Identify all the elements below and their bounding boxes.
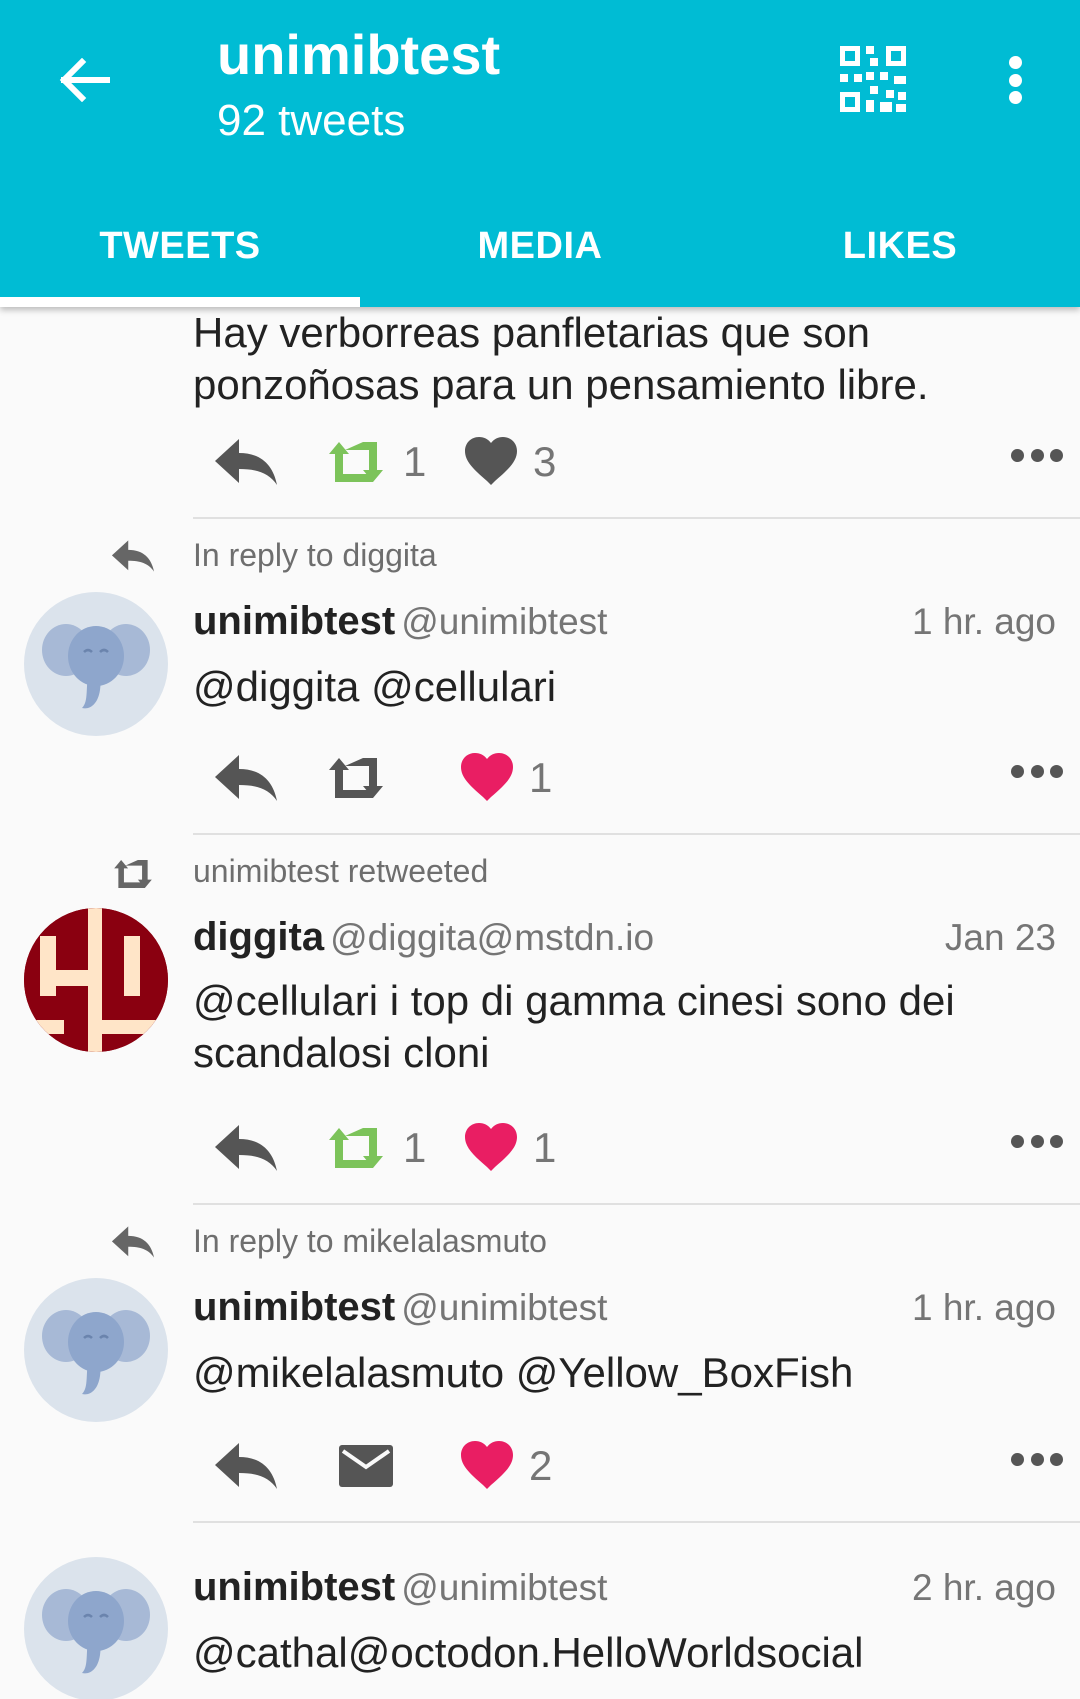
qr-code-button[interactable] [840, 46, 910, 116]
reply-context-text: In reply to diggita [193, 537, 437, 573]
reply-icon [215, 1443, 277, 1489]
reply-button[interactable] [213, 427, 279, 497]
tweet-body: @mikelalasmuto @Yellow_BoxFish [193, 1349, 854, 1396]
heart-icon [461, 753, 513, 801]
reply-button[interactable] [213, 1113, 279, 1183]
direct-message-button[interactable] [339, 1431, 393, 1501]
author-name: diggita [193, 915, 325, 959]
heart-icon [461, 1441, 513, 1489]
tab-media[interactable]: MEDIA [360, 200, 720, 307]
reply-icon [215, 439, 277, 485]
like-count: 1 [529, 754, 553, 801]
heart-icon [465, 1123, 517, 1171]
retweet-button[interactable]: 1 [323, 1113, 426, 1183]
tab-label: LIKES [842, 225, 958, 267]
tweet-actions: 1 3 [193, 427, 1063, 497]
like-count: 1 [533, 1124, 557, 1171]
author-name: unimibtest [193, 599, 396, 643]
reply-button[interactable] [213, 743, 279, 813]
elephant-avatar-icon [42, 1310, 150, 1395]
diggita-logo-icon [24, 908, 168, 1052]
tweet-actions: 2 [193, 1431, 1063, 1501]
reply-icon [215, 755, 277, 801]
tweet-menu-button[interactable] [1011, 1453, 1063, 1467]
more-horizontal-icon [1011, 449, 1024, 462]
tweet-time: 1 hr. ago [911, 601, 1056, 642]
profile-tabs: TWEETS MEDIA LIKES [0, 200, 1080, 307]
tweet-body: Hay verborreas panfletarias que son ponz… [193, 309, 929, 408]
like-button[interactable]: 2 [459, 1431, 552, 1501]
like-button[interactable]: 1 [459, 743, 552, 813]
like-count: 3 [533, 438, 557, 485]
heart-icon [465, 437, 517, 485]
reply-context-icon [111, 540, 155, 572]
back-button[interactable] [52, 48, 116, 112]
retweet-button[interactable] [323, 743, 389, 813]
arrow-left-icon [59, 58, 110, 102]
tweet-author[interactable]: unimibtest @unimibtest [193, 1565, 607, 1610]
tweet-author[interactable]: unimibtest @unimibtest [193, 1285, 607, 1330]
tweet-item[interactable]: unimibtest retweeted diggita @diggita@mst… [0, 835, 1080, 1205]
tweet-item[interactable]: unimibtest @unimibtest 2 hr. ago @cathal@… [0, 1523, 1080, 1699]
envelope-icon [339, 1445, 393, 1487]
reply-context-text: In reply to mikelalasmuto [193, 1223, 547, 1259]
more-horizontal-icon [1011, 765, 1024, 778]
tweet-author[interactable]: diggita @diggita@mstdn.io [193, 915, 654, 960]
author-name: unimibtest [193, 1565, 396, 1609]
avatar[interactable] [24, 592, 168, 736]
tab-likes[interactable]: LIKES [720, 200, 1080, 307]
tweet-time: 2 hr. ago [911, 1567, 1056, 1608]
retweet-icon [329, 442, 383, 482]
tweet-item[interactable]: Hay verborreas panfletarias que son ponz… [0, 307, 1080, 519]
reply-button[interactable] [213, 1431, 279, 1501]
like-button[interactable]: 3 [463, 427, 556, 497]
author-handle: @unimibtest [401, 1287, 608, 1328]
author-handle: @unimibtest [401, 1567, 608, 1608]
tab-label: MEDIA [477, 225, 603, 267]
tweet-actions: 1 1 [193, 1113, 1063, 1183]
app-bar: unimibtest 92 tweets TWEETS MEDIA LIKES [0, 0, 1080, 307]
tweet-body: @diggita @cellulari [193, 663, 557, 710]
tweet-menu-button[interactable] [1011, 765, 1063, 779]
retweet-count: 1 [403, 1124, 427, 1171]
author-handle: @diggita@mstdn.io [330, 917, 655, 958]
elephant-avatar-icon [42, 1589, 150, 1674]
tweet-body: @cellulari i top di gamma cinesi sono de… [193, 977, 955, 1076]
qr-code-icon [840, 46, 906, 112]
profile-title: unimibtest [217, 23, 501, 86]
more-vertical-icon [1008, 56, 1022, 69]
author-handle: @unimibtest [401, 601, 608, 642]
tab-tweets[interactable]: TWEETS [0, 200, 360, 307]
tweet-menu-button[interactable] [1011, 449, 1063, 463]
like-count: 2 [529, 1442, 553, 1489]
retweet-icon [329, 1128, 383, 1168]
like-button[interactable]: 1 [463, 1113, 556, 1183]
retweet-context-text: unimibtest retweeted [193, 853, 489, 889]
tab-selected-indicator [0, 297, 360, 307]
tweet-item[interactable]: In reply to mikelalasmuto unimibtest @uni… [0, 1205, 1080, 1523]
tweet-author[interactable]: unimibtest @unimibtest [193, 599, 607, 644]
more-options-button[interactable] [985, 50, 1045, 110]
tweet-time: Jan 23 [944, 917, 1056, 958]
elephant-avatar-icon [42, 624, 150, 709]
tweet-count: 92 tweets [217, 96, 406, 145]
retweet-icon [329, 758, 383, 798]
avatar[interactable] [24, 908, 168, 1052]
retweet-count: 1 [403, 438, 427, 485]
more-horizontal-icon [1011, 1135, 1024, 1148]
reply-icon [215, 1125, 277, 1171]
tweet-time: 1 hr. ago [911, 1287, 1056, 1328]
tweet-item[interactable]: In reply to diggita unimibtest @unimibtes… [0, 519, 1080, 835]
avatar[interactable] [24, 1278, 168, 1422]
author-name: unimibtest [193, 1285, 396, 1329]
retweet-context-icon [114, 860, 152, 888]
tweet-actions: 1 [193, 743, 1063, 813]
more-horizontal-icon [1011, 1453, 1024, 1466]
reply-context-icon [111, 1226, 155, 1258]
tweet-body: @cathal@octodon.HelloWorldsocial [193, 1629, 864, 1676]
retweet-button[interactable]: 1 [323, 427, 426, 497]
tweet-menu-button[interactable] [1011, 1135, 1063, 1149]
avatar[interactable] [24, 1557, 168, 1699]
tab-label: TWEETS [99, 225, 261, 267]
